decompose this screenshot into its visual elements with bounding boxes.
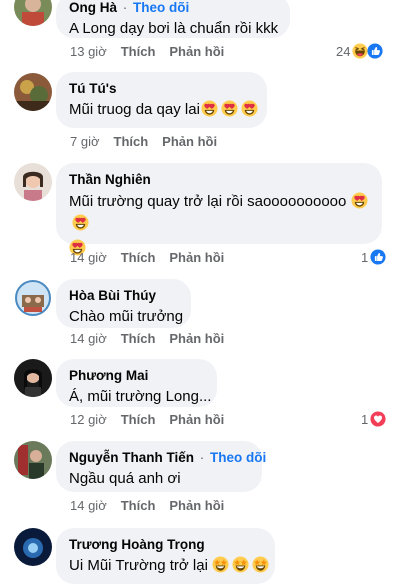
comment-bubble: Hòa Bùi Thúy Chào mũi trưởng	[56, 279, 191, 328]
reaction-summary[interactable]: 24	[336, 43, 383, 59]
reaction-summary[interactable]: 1	[361, 411, 386, 427]
comment-actions: 13 giờ Thích Phản hồi	[70, 44, 238, 59]
follow-button[interactable]: Theo dõi	[133, 0, 189, 15]
comment-actions: 14 giờ Thích Phản hồi	[70, 498, 238, 513]
like-icon	[370, 249, 386, 265]
reaction-count: 24	[336, 43, 351, 59]
reply-button[interactable]: Phản hồi	[169, 412, 224, 427]
comment-actions: 14 giờ Thích Phản hồi	[70, 250, 238, 265]
timestamp[interactable]: 14 giờ	[70, 250, 107, 265]
like-button[interactable]: Thích	[121, 331, 156, 346]
like-button[interactable]: Thích	[121, 250, 156, 265]
comment-text: Chào mũi trưởng	[69, 308, 184, 325]
commenter-name[interactable]: Phương Mai	[69, 367, 204, 384]
comment-bubble: Nguyễn Thanh Tiến · Theo dõi Ngầu quá an…	[56, 441, 266, 492]
reply-button[interactable]: Phản hồi	[169, 44, 224, 59]
avatar[interactable]	[14, 441, 52, 479]
avatar[interactable]	[14, 279, 52, 317]
reply-button[interactable]: Phản hồi	[162, 134, 217, 149]
avatar[interactable]	[14, 528, 52, 566]
like-button[interactable]: Thích	[121, 44, 156, 59]
avatar[interactable]	[14, 0, 52, 26]
reaction-summary[interactable]: 1	[361, 249, 386, 265]
comment-bubble: Phương Mai Á, mũi trường Long...	[56, 359, 217, 407]
commenter-name[interactable]: Thần Nghiên	[69, 171, 369, 188]
avatar[interactable]	[14, 73, 52, 111]
reaction-count: 1	[361, 411, 369, 427]
heart-eyes-emoji	[221, 100, 238, 117]
commenter-name[interactable]: Tú Tú's	[69, 80, 254, 97]
timestamp[interactable]: 12 giờ	[70, 412, 107, 427]
heart-eyes-emoji	[351, 192, 368, 209]
heart-eyes-emoji	[201, 100, 218, 117]
reply-button[interactable]: Phản hồi	[169, 250, 224, 265]
like-button[interactable]: Thích	[121, 498, 156, 513]
comment-bubble: Thần Nghiên Mũi trường quay trở lại rồi …	[56, 163, 382, 244]
comment-bubble: Ong Hà · Theo dõi A Long dạy bơi là chuẩ…	[56, 0, 290, 38]
comment-bubble: Tú Tú's Mũi truog da qay lai	[56, 72, 267, 128]
heart-eyes-emoji	[72, 214, 89, 231]
timestamp[interactable]: 14 giờ	[70, 331, 107, 346]
like-button[interactable]: Thích	[121, 412, 156, 427]
commenter-name[interactable]: Nguyễn Thanh Tiến	[69, 450, 194, 465]
timestamp[interactable]: 13 giờ	[70, 44, 107, 59]
commenter-name[interactable]: Hòa Bùi Thúy	[69, 287, 178, 304]
reply-button[interactable]: Phản hồi	[169, 498, 224, 513]
comment-text: Mũi trường quay trở lại rồi saoooooooooo	[69, 193, 347, 210]
comment-actions: 14 giờ Thích Phản hồi	[70, 331, 238, 346]
comment-text: Á, mũi trường Long...	[69, 388, 212, 405]
comment-bubble: Trương Hoàng Trọng Ui Mũi Trường trở lại	[56, 528, 275, 584]
star-struck-emoji	[232, 556, 249, 573]
timestamp[interactable]: 14 giờ	[70, 498, 107, 513]
separator-dot: ·	[196, 450, 209, 465]
reaction-count: 1	[361, 249, 369, 265]
like-button[interactable]: Thích	[114, 134, 149, 149]
comment-text: Ngầu quá anh ơi	[69, 470, 181, 487]
comment-text: A Long dạy bơi là chuẩn rồi kkk	[69, 20, 279, 37]
comment-text: Mũi truog da qay lai	[69, 101, 200, 118]
haha-icon	[352, 43, 368, 59]
heart-eyes-emoji	[241, 100, 258, 117]
reply-button[interactable]: Phản hồi	[169, 331, 224, 346]
star-struck-emoji	[212, 556, 229, 573]
commenter-name[interactable]: Trương Hoàng Trọng	[69, 536, 262, 553]
like-icon	[367, 43, 383, 59]
comment-actions: 7 giờ Thích Phản hồi	[70, 134, 231, 149]
avatar[interactable]	[14, 359, 52, 397]
avatar[interactable]	[14, 163, 52, 201]
comment-actions: 12 giờ Thích Phản hồi	[70, 412, 238, 427]
love-icon	[370, 411, 386, 427]
star-struck-emoji	[252, 556, 269, 573]
comment-text: Ui Mũi Trường trở lại	[69, 557, 208, 574]
follow-button[interactable]: Theo dõi	[210, 450, 266, 465]
commenter-name[interactable]: Ong Hà	[69, 0, 117, 15]
separator-dot: ·	[119, 0, 132, 15]
timestamp[interactable]: 7 giờ	[70, 134, 100, 149]
